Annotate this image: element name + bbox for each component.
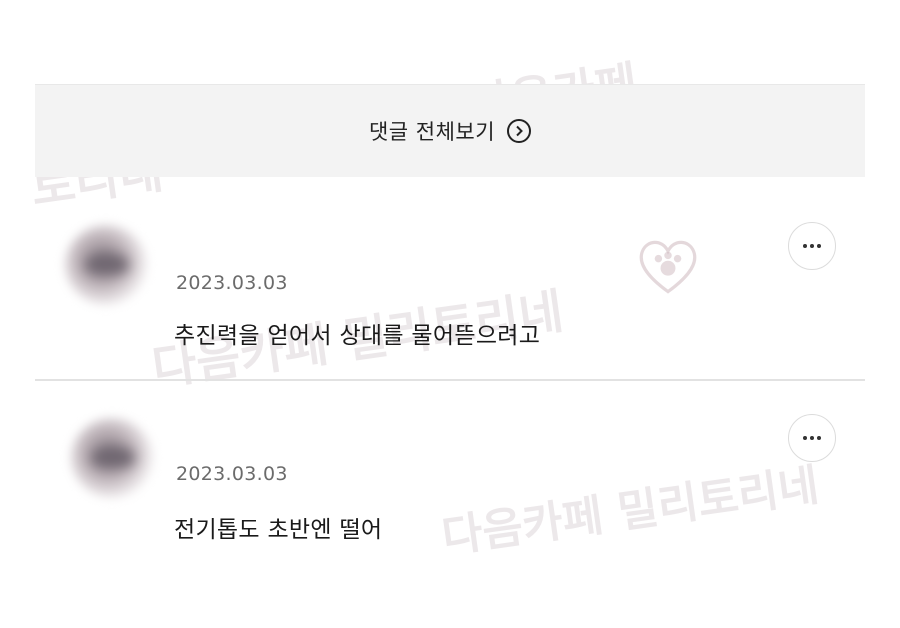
- comment-date: 2023.03.03: [176, 463, 288, 485]
- comment-date: 2023.03.03: [176, 272, 288, 294]
- more-options-icon: [803, 244, 821, 248]
- more-options-icon: [803, 436, 821, 440]
- chevron-right-circle-icon: [507, 119, 532, 143]
- more-options-button[interactable]: [788, 222, 836, 270]
- watermark-text: 다음카페 밀리토리네: [438, 459, 822, 564]
- more-options-button[interactable]: [788, 414, 836, 462]
- view-all-comments-label: 댓글 전체보기: [368, 120, 496, 144]
- avatar: [65, 225, 147, 305]
- comment-text: 전기톱도 초반엔 떨어: [174, 517, 383, 543]
- avatar: [71, 418, 153, 498]
- comment-divider: [35, 379, 865, 381]
- heart-paw-watermark-icon: [639, 240, 697, 294]
- view-all-comments-button[interactable]: 댓글 전체보기: [35, 85, 865, 177]
- comment-text: 추진력을 얻어서 상대를 물어뜯으려고: [174, 323, 541, 349]
